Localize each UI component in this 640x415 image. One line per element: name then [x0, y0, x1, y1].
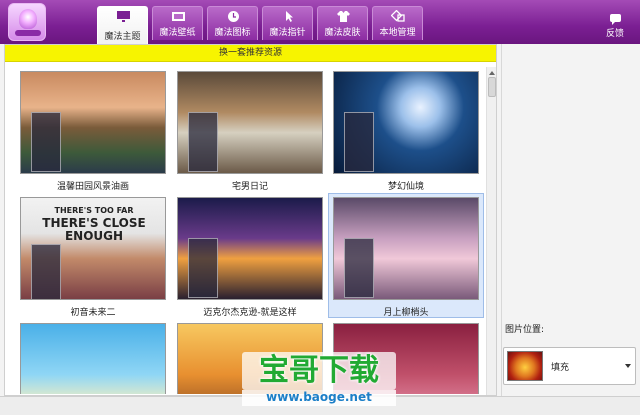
theme-thumbnail[interactable]: [177, 197, 323, 300]
start-menu-preview: [344, 112, 374, 172]
tab-magic-icon[interactable]: 魔法图标: [207, 6, 258, 40]
chevron-down-icon[interactable]: [625, 364, 631, 368]
theme-card[interactable]: [15, 319, 171, 395]
cursor-icon: [286, 11, 293, 22]
tab-local-manage[interactable]: 本地管理: [372, 6, 423, 40]
image-position-label: 图片位置:: [505, 325, 545, 335]
scroll-thumb[interactable]: [488, 77, 496, 97]
theme-name: 初音未来二: [70, 308, 116, 318]
tab-label: 魔法皮肤: [324, 28, 361, 38]
main-tabs: 魔法主题 魔法壁纸 魔法图标 魔法指针 魔法皮肤 本地管理: [97, 6, 423, 44]
theme-name: 迈克尔杰克逊-就是这样: [203, 308, 297, 318]
theme-name: 梦幻仙境: [387, 182, 424, 192]
theme-card[interactable]: 迈克尔杰克逊-就是这样: [172, 193, 328, 318]
theme-thumbnail[interactable]: THERE'S TOO FAR THERE'S CLOSE ENOUGH: [20, 197, 166, 300]
tab-magic-wallpaper[interactable]: 魔法壁纸: [152, 6, 203, 40]
feedback-button[interactable]: 反馈: [602, 14, 628, 39]
theme-name: 月上柳梢头: [383, 308, 429, 318]
wallpaper-icon: [172, 12, 185, 21]
tab-label: 魔法指针: [269, 28, 306, 38]
manage-icon: [391, 10, 405, 22]
monitor-icon: [117, 11, 130, 22]
tab-magic-skin[interactable]: 魔法皮肤: [317, 6, 368, 40]
tab-label: 魔法壁纸: [159, 28, 196, 38]
theme-thumbnail[interactable]: [177, 71, 323, 174]
start-menu-preview: [31, 112, 61, 172]
wallpaper-preview-swatch: [507, 351, 543, 381]
vertical-scrollbar[interactable]: [486, 67, 496, 395]
shirt-icon: [337, 11, 350, 22]
tab-magic-theme[interactable]: 魔法主题: [97, 6, 148, 44]
thumbnail-text-line: THERE'S CLOSE ENOUGH: [42, 216, 146, 243]
start-menu-preview: [31, 244, 61, 299]
theme-thumbnail[interactable]: [20, 323, 166, 394]
watermark-text: 宝哥下载: [242, 352, 396, 390]
image-position-value: 填充: [551, 363, 570, 373]
theme-card-selected[interactable]: 月上柳梢头: [328, 193, 484, 318]
theme-list-panel: 换一套推荐资源 温馨田园风景油画 宅男日记 梦幻仙境 THERE'S TOO F…: [4, 44, 497, 396]
watermark-url: www.baoge.net: [242, 390, 396, 406]
thumbnail-text: THERE'S TOO FAR THERE'S CLOSE ENOUGH: [21, 204, 165, 243]
theme-name: 温馨田园风景油画: [56, 182, 129, 192]
recommend-banner[interactable]: 换一套推荐资源: [5, 45, 496, 62]
tab-label: 本地管理: [379, 28, 416, 38]
feedback-label: 反馈: [605, 29, 624, 39]
tab-label: 魔法图标: [214, 28, 251, 38]
theme-thumbnail[interactable]: [20, 71, 166, 174]
start-menu-preview: [188, 238, 218, 298]
theme-name: 宅男日记: [231, 182, 268, 192]
theme-card[interactable]: THERE'S TOO FAR THERE'S CLOSE ENOUGH 初音未…: [15, 193, 171, 318]
top-bar: 魔法主题 魔法壁纸 魔法图标 魔法指针 魔法皮肤 本地管理 反馈: [0, 0, 640, 44]
image-position-select[interactable]: 填充: [503, 347, 636, 385]
scroll-up-icon[interactable]: [488, 69, 496, 77]
theme-thumbnail[interactable]: [333, 71, 479, 174]
theme-card[interactable]: 温馨田园风景油画: [15, 67, 171, 192]
right-panel: 图片位置: 填充: [501, 44, 637, 396]
chat-bubble-icon: [609, 14, 621, 25]
watermark-overlay: 宝哥下载 www.baoge.net: [242, 352, 396, 410]
start-menu-preview: [188, 112, 218, 172]
logo-base: [15, 30, 41, 36]
start-menu-preview: [344, 238, 374, 298]
tab-magic-cursor[interactable]: 魔法指针: [262, 6, 313, 40]
theme-thumbnail[interactable]: [333, 197, 479, 300]
logo-flower-icon: [19, 9, 37, 29]
clock-icon: [228, 11, 239, 22]
tab-label: 魔法主题: [104, 32, 141, 42]
theme-card[interactable]: 梦幻仙境: [328, 67, 484, 192]
app-logo: [8, 3, 46, 41]
theme-card[interactable]: 宅男日记: [172, 67, 328, 192]
